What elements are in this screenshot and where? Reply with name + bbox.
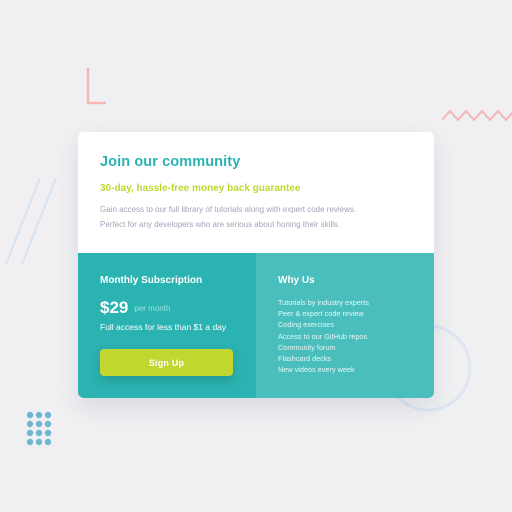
list-item: Flashcard decks [278, 354, 332, 364]
subscription-panel: Monthly Subscription $29 per month Full a… [78, 253, 256, 398]
diagonal-lines-decoration-icon [0, 176, 60, 268]
list-item: Access to our GitHub repos [278, 331, 368, 341]
description-line: Gain access to our full library of tutor… [100, 205, 357, 214]
card-title: Join our community [100, 154, 241, 170]
price-amount: $29 [100, 298, 129, 317]
why-us-heading: Why Us [278, 275, 315, 286]
price-period: per month [134, 303, 171, 313]
why-us-list: Tutorials by industry experts Peer & exp… [278, 297, 369, 375]
list-item: Peer & expert code review [278, 309, 364, 319]
card-header-section: Join our community 30-day, hassle-free m… [78, 132, 434, 253]
list-item: New videos every week [278, 365, 355, 375]
list-item: Coding exercises [278, 320, 334, 330]
sign-up-button[interactable]: Sign Up [100, 349, 233, 376]
l-shape-decoration-icon [86, 68, 108, 106]
description-line: Perfect for any developers who are serio… [100, 220, 341, 229]
subscription-heading: Monthly Subscription [100, 275, 203, 286]
card-description: Gain access to our full library of tutor… [100, 202, 420, 232]
page-background: Join our community 30-day, hassle-free m… [0, 0, 512, 512]
pricing-card: Join our community 30-day, hassle-free m… [78, 132, 434, 398]
list-item: Community forum [278, 342, 336, 352]
guarantee-text: 30-day, hassle-free money back guarantee [100, 183, 301, 194]
price-row: $29 per month [100, 298, 170, 318]
access-note: Full access for less than $1 a day [100, 322, 227, 332]
why-us-panel: Why Us Tutorials by industry experts Pee… [256, 253, 434, 398]
zigzag-decoration-icon [440, 106, 512, 124]
list-item: Tutorials by industry experts [278, 298, 369, 307]
dot-grid-decoration-icon [26, 410, 56, 446]
